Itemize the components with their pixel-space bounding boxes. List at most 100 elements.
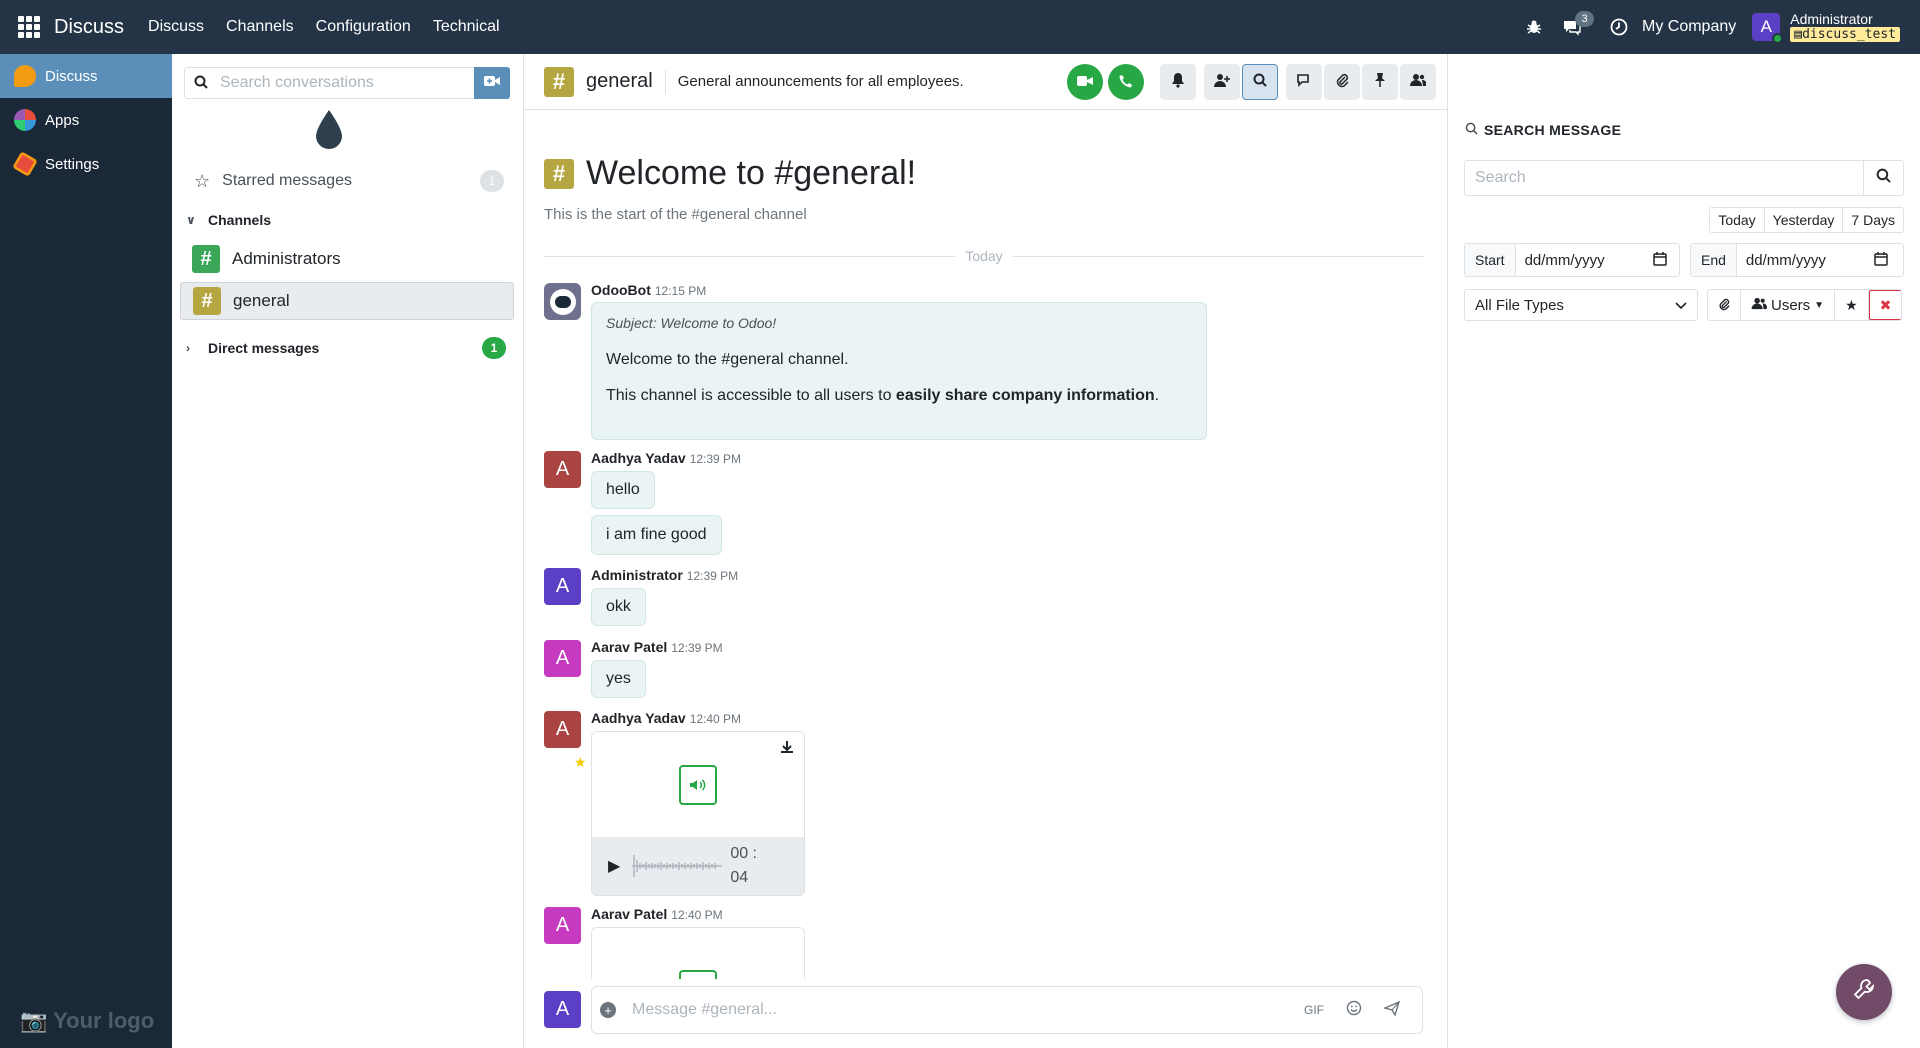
audio-file-icon	[679, 970, 717, 979]
discuss-icon	[14, 65, 36, 87]
message-header: Aarav Patel 12:39 PM	[591, 639, 723, 657]
send-icon[interactable]	[1382, 1000, 1401, 1021]
activity-clock-icon[interactable]	[1610, 18, 1628, 36]
debug-bug-icon[interactable]	[1526, 19, 1542, 35]
message-subject: Subject: Welcome to Odoo!	[606, 315, 777, 331]
message-author[interactable]: Aarav Patel	[591, 639, 667, 655]
file-type-select[interactable]: All File Types	[1464, 289, 1698, 321]
attachments-button[interactable]	[1324, 64, 1360, 100]
start-date-value[interactable]: dd/mm/yyyy	[1525, 252, 1653, 269]
message-bubble: i am fine good	[591, 515, 722, 555]
message-text-part: This channel is accessible to all users …	[606, 387, 896, 404]
message-input[interactable]	[632, 1001, 1282, 1019]
filter-7-days-button[interactable]: 7 Days	[1843, 208, 1903, 232]
message-author[interactable]: OdooBot	[591, 282, 651, 298]
message-header: Aarav Patel 12:40 PM	[591, 907, 723, 924]
pinned-messages-button[interactable]	[1362, 64, 1398, 100]
search-icon	[1253, 73, 1267, 91]
sidebar-item-discuss[interactable]: Discuss	[0, 54, 172, 98]
clear-filters-button[interactable]: ✖	[1868, 290, 1902, 320]
start-date-field[interactable]: Start dd/mm/yyyy	[1464, 243, 1680, 277]
gif-button[interactable]: GIF	[1304, 1003, 1324, 1017]
audio-waveform[interactable]	[630, 851, 723, 881]
play-icon[interactable]: ▶	[608, 856, 620, 876]
odoobot-avatar[interactable]	[544, 283, 581, 320]
direct-messages-label: Direct messages	[208, 340, 320, 356]
sidebar-item-apps[interactable]: Apps	[0, 98, 172, 142]
users-icon	[1410, 73, 1427, 91]
message-author[interactable]: Administrator	[591, 567, 683, 583]
message-author[interactable]: Aadhya Yadav	[591, 710, 686, 726]
sidebar-item-settings[interactable]: Settings	[0, 142, 172, 186]
users-filter-dropdown[interactable]: Users ▼	[1741, 290, 1836, 320]
messaging-icon[interactable]: 3	[1562, 11, 1594, 36]
starred-messages-label: Starred messages	[222, 172, 352, 189]
topbar-systray: 3 My Company A Administrator ▤discuss_te…	[1506, 0, 1920, 54]
channel-item-administrators[interactable]: # Administrators	[180, 240, 514, 278]
user-avatar[interactable]: A	[544, 451, 581, 488]
filter-yesterday-button[interactable]: Yesterday	[1765, 208, 1844, 232]
channels-group-header[interactable]: ∨ Channels	[186, 212, 506, 228]
calendar-icon[interactable]	[1652, 251, 1667, 269]
user-avatar[interactable]: A	[544, 907, 581, 944]
message-bubble: hello	[591, 471, 655, 509]
start-call-button[interactable]	[1108, 64, 1144, 100]
invite-people-button[interactable]	[1204, 64, 1240, 100]
notification-group	[1160, 64, 1196, 100]
company-logo: 📷 Your logo	[20, 1008, 155, 1033]
calendar-icon[interactable]	[1874, 251, 1888, 269]
user-avatar-initial: A	[1760, 17, 1772, 36]
online-status-dot	[1772, 33, 1784, 44]
emoji-icon[interactable]	[1346, 1000, 1362, 1021]
search-message-input[interactable]	[1475, 169, 1855, 187]
header-divider	[664, 69, 666, 94]
thread-title[interactable]: general	[586, 70, 653, 93]
channel-item-general[interactable]: # general	[180, 282, 514, 320]
threads-button[interactable]	[1286, 64, 1322, 100]
paperclip-icon	[1718, 297, 1730, 314]
starred-messages-item[interactable]: ☆ Starred messages 1	[194, 170, 504, 192]
attachment-filter-button[interactable]	[1708, 290, 1741, 320]
start-video-call-button[interactable]	[1067, 64, 1103, 100]
debug-tools-button[interactable]	[1836, 964, 1892, 1020]
voice-attachment-card: ▶ 00 : 04	[591, 731, 805, 896]
filter-today-button[interactable]: Today	[1710, 208, 1765, 232]
user-menu[interactable]: Administrator ▤discuss_test	[1790, 12, 1900, 42]
search-submit-button[interactable]	[1863, 161, 1903, 195]
company-switcher[interactable]: My Company	[1642, 18, 1736, 36]
search-conversations-input[interactable]	[220, 74, 470, 92]
bell-icon	[1171, 72, 1185, 92]
composer-avatar: A	[544, 991, 581, 1028]
sidebar-item-label: Discuss	[45, 67, 98, 85]
user-avatar[interactable]: A	[1752, 13, 1784, 44]
download-icon[interactable]	[780, 740, 794, 757]
user-avatar[interactable]: A	[544, 711, 581, 748]
channel-welcome: # Welcome to #general!	[544, 154, 916, 193]
thread-description[interactable]: General announcements for all employees.	[678, 73, 964, 90]
start-meeting-button[interactable]	[474, 67, 510, 99]
mouse-cursor-icon	[316, 110, 342, 149]
app-menu-grid-icon[interactable]	[18, 16, 40, 38]
menu-technical[interactable]: Technical	[433, 18, 500, 36]
channel-hash-icon: #	[544, 66, 574, 97]
message-author[interactable]: Aadhya Yadav	[591, 450, 686, 466]
search-messages-button[interactable]	[1242, 64, 1278, 100]
menu-discuss[interactable]: Discuss	[148, 18, 204, 36]
add-attachment-icon[interactable]: +	[600, 1002, 616, 1018]
starred-filter-button[interactable]: ★	[1835, 290, 1869, 320]
user-avatar[interactable]: A	[544, 568, 581, 605]
menu-channels[interactable]: Channels	[226, 18, 294, 36]
user-avatar[interactable]: A	[544, 640, 581, 677]
message-time: 12:15 PM	[654, 284, 707, 298]
starred-star-icon[interactable]: ★	[574, 754, 587, 771]
member-list-button[interactable]	[1400, 64, 1436, 100]
end-date-value[interactable]: dd/mm/yyyy	[1746, 252, 1874, 269]
message-author[interactable]: Aarav Patel	[591, 907, 667, 922]
thread-panels-group	[1286, 64, 1436, 100]
audio-duration-line: 00 :	[730, 845, 757, 862]
menu-configuration[interactable]: Configuration	[316, 18, 411, 36]
notification-settings-button[interactable]	[1160, 64, 1196, 100]
end-date-field[interactable]: End dd/mm/yyyy	[1690, 243, 1904, 277]
app-brand[interactable]: Discuss	[54, 16, 124, 39]
direct-messages-group-header[interactable]: › Direct messages 1	[186, 337, 506, 359]
